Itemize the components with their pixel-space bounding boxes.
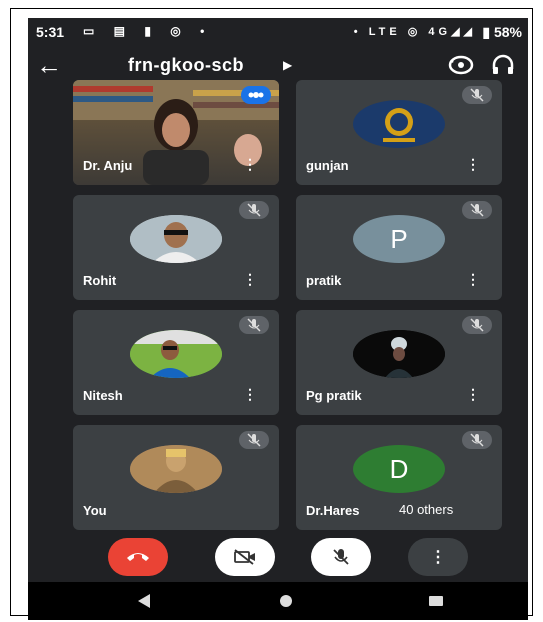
- videocam-off-icon: [234, 549, 255, 565]
- camera-toggle-button[interactable]: [215, 538, 275, 576]
- camera-switch-icon[interactable]: [446, 53, 476, 77]
- speaking-indicator-icon: [241, 86, 271, 104]
- nav-recents-icon[interactable]: [429, 596, 443, 606]
- mic-off-icon: [462, 201, 492, 219]
- participant-avatar: [130, 330, 222, 379]
- mic-toggle-button[interactable]: [311, 538, 371, 576]
- more-options-button[interactable]: ⋮: [408, 538, 468, 576]
- battery-indicator: ▮ 58%: [482, 24, 522, 40]
- more-vert-icon[interactable]: ⋮: [243, 271, 257, 288]
- more-vert-icon[interactable]: ⋮: [243, 386, 257, 403]
- phone-screen: 5:31 ▭ ▤ ▮ ◎ • • LTE ◎ 4G◢◢ ▮ 58% ← frn-…: [28, 18, 528, 620]
- hangup-icon: [127, 553, 149, 561]
- participant-avatar: [353, 330, 445, 379]
- android-nav-bar: [28, 582, 528, 620]
- others-count-badge[interactable]: 40 others: [391, 499, 462, 520]
- participant-name: pratik: [306, 273, 342, 288]
- more-vert-icon[interactable]: ⋮: [243, 156, 257, 173]
- status-time: 5:31: [36, 24, 65, 40]
- caret-right-icon[interactable]: ▶: [283, 58, 292, 72]
- participant-avatar: [130, 215, 222, 264]
- mic-off-icon: [333, 549, 349, 565]
- end-call-button[interactable]: [108, 538, 168, 576]
- participant-letter-avatar: P: [353, 215, 445, 264]
- mic-off-icon: [239, 316, 269, 334]
- signal-icons: • LTE ◎ 4G◢◢: [353, 26, 476, 38]
- participant-tile[interactable]: D Dr.Hares 40 others: [296, 425, 502, 530]
- mic-off-icon: [462, 86, 492, 104]
- participant-tile[interactable]: Rohit ⋮: [73, 195, 279, 300]
- participant-name: Dr.Hares: [306, 503, 360, 518]
- status-bar: 5:31 ▭ ▤ ▮ ◎ • • LTE ◎ 4G◢◢ ▮ 58%: [28, 18, 528, 46]
- more-vert-icon[interactable]: ⋮: [466, 271, 480, 288]
- nav-home-icon[interactable]: [280, 595, 292, 607]
- more-vert-icon[interactable]: ⋮: [466, 156, 480, 173]
- battery-label: 58%: [493, 24, 522, 40]
- mic-off-icon: [462, 431, 492, 449]
- participant-letter-avatar: D: [353, 445, 445, 494]
- participant-name: Pg pratik: [306, 388, 362, 403]
- participant-tile[interactable]: P pratik ⋮: [296, 195, 502, 300]
- participant-tile[interactable]: Pg pratik ⋮: [296, 310, 502, 415]
- call-controls: ⋮: [28, 538, 528, 578]
- notification-icons: ▭ ▤ ▮ ◎ •: [83, 24, 213, 38]
- more-vert-icon: ⋮: [430, 549, 446, 566]
- participant-tile[interactable]: You: [73, 425, 279, 530]
- participant-name: Nitesh: [83, 388, 123, 403]
- nav-back-icon[interactable]: [138, 594, 150, 608]
- headphones-icon[interactable]: [490, 53, 516, 77]
- more-vert-icon[interactable]: ⋮: [466, 386, 480, 403]
- participant-name: Rohit: [83, 273, 117, 288]
- participant-tile[interactable]: Dr. Anju ⋮: [73, 80, 279, 185]
- participant-avatar: [130, 445, 222, 494]
- participant-name: You: [83, 503, 107, 518]
- participant-tile[interactable]: gunjan ⋮: [296, 80, 502, 185]
- mic-off-icon: [239, 201, 269, 219]
- participant-logo: [353, 100, 445, 149]
- back-arrow-icon[interactable]: ←: [36, 50, 62, 81]
- participant-tile[interactable]: Nitesh ⋮: [73, 310, 279, 415]
- participant-name: gunjan: [306, 158, 349, 173]
- participant-name: Dr. Anju: [83, 158, 133, 173]
- meeting-title[interactable]: frn-gkoo-scb: [128, 55, 244, 76]
- mic-off-icon: [462, 316, 492, 334]
- mic-off-icon: [239, 431, 269, 449]
- signal-label: 4G: [428, 26, 452, 38]
- network-label: LTE: [368, 26, 401, 38]
